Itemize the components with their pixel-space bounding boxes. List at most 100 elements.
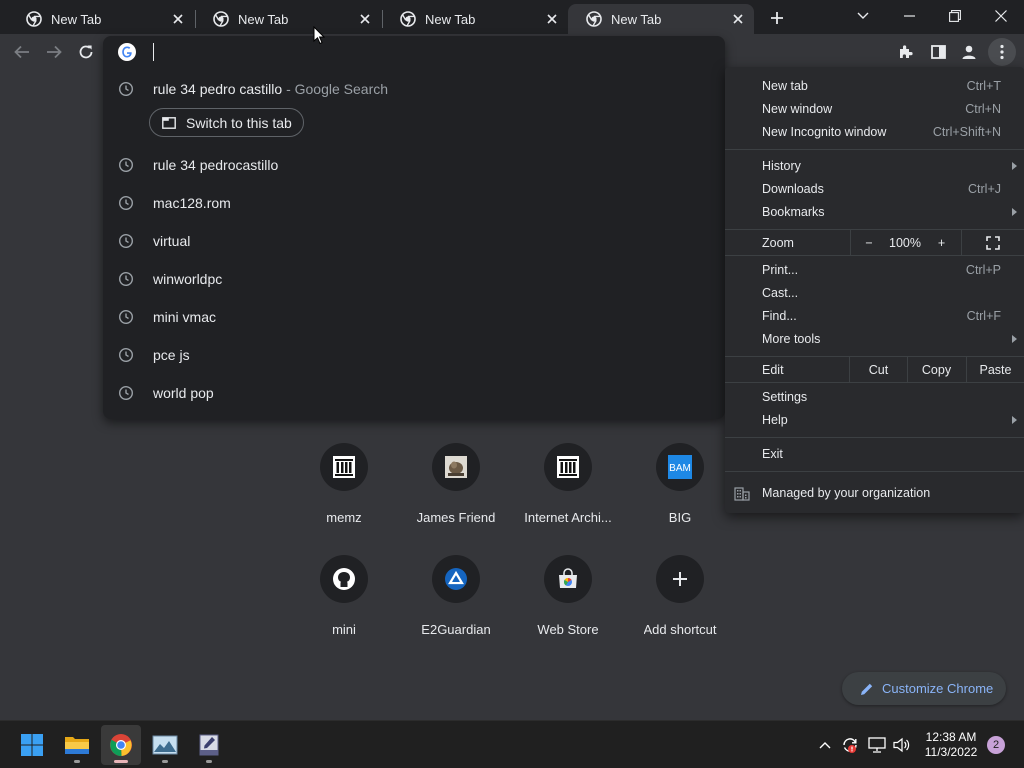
puzzle-icon [900,45,913,58]
menu-item-help[interactable]: Help [725,409,1024,432]
suggestion-row[interactable]: rule 34 pedrocastillo [103,146,725,184]
suggestion-row[interactable]: mac128.rom [103,184,725,222]
start-button[interactable] [12,725,52,765]
arrow-left-icon [14,45,29,59]
shortcut-tile[interactable]: Internet Archi... [512,443,624,543]
tray-volume-icon[interactable] [892,735,912,755]
archive-icon [557,456,579,478]
menu-item-label: Downloads [762,182,824,196]
profile-button[interactable] [955,38,983,66]
menu-item-more-tools[interactable]: More tools [725,328,1024,351]
shortcut-tile[interactable]: Web Store [512,555,624,655]
zoom-minus-label: − [865,235,873,250]
tab[interactable]: New Tab [382,4,568,34]
switch-to-tab-button[interactable]: Switch to this tab [149,108,304,137]
tray-network-icon[interactable] [867,735,887,755]
cut-button[interactable]: Cut [849,357,907,382]
menu-item-new-incognito[interactable]: New Incognito window Ctrl+Shift+N [725,121,1024,144]
zoom-out-button[interactable]: − [850,230,887,255]
add-shortcut-tile[interactable]: Add shortcut [624,555,736,655]
menu-item-label: Settings [762,390,808,404]
zoom-in-button[interactable]: + [923,230,960,255]
tab-title: New Tab [425,11,476,27]
side-panel-button[interactable] [924,38,952,66]
tray-sync-icon[interactable] [840,735,860,755]
google-icon [118,43,136,61]
tab-close-icon[interactable] [355,9,375,29]
forward-button[interactable] [42,40,66,64]
menu-item-managed[interactable]: Managed by your organization [725,483,1024,503]
menu-item-downloads[interactable]: Downloads Ctrl+J [725,178,1024,201]
suggestion-row[interactable]: world pop [103,374,725,412]
taskbar-clock[interactable]: 12:38 AM 11/3/2022 [916,730,986,760]
suggestion-row[interactable]: mini vmac [103,298,725,336]
omnibox-input[interactable] [153,43,154,61]
menu-item-cast[interactable]: Cast... [725,282,1024,305]
tab[interactable]: New Tab [8,4,194,34]
shortcut-icon-circle [320,555,368,603]
shortcut-tile[interactable]: James Friend [400,443,512,543]
taskbar-app-editor[interactable] [189,725,229,765]
fullscreen-icon [986,235,1000,250]
menu-item-label: Edit [762,363,784,377]
tab-search-button[interactable] [841,2,885,30]
shortcut-label: E2Guardian [421,622,491,637]
menu-item-exit[interactable]: Exit [725,443,1024,466]
fullscreen-button[interactable] [961,230,1024,255]
tab-title: New Tab [238,11,289,27]
suggestion-row[interactable]: pce js [103,336,725,374]
running-indicator [206,760,212,763]
suggestion-row[interactable]: virtual [103,222,725,260]
chrome-menu-button[interactable] [988,38,1016,66]
reload-button[interactable] [74,40,98,64]
reload-icon [79,45,93,59]
shortcut-icon-circle: BAM [656,443,704,491]
shortcut-tile[interactable]: BAM BIG [624,443,736,543]
back-button[interactable] [10,40,34,64]
shortcut-label: James Friend [416,510,496,525]
suggestion-text: mini vmac [153,309,217,325]
restore-button[interactable] [933,2,977,30]
running-indicator [162,760,168,763]
tab-close-icon[interactable] [168,9,188,29]
menu-separator [725,437,1024,438]
suggestion-text: mac128.rom [153,195,231,211]
menu-item-history[interactable]: History [725,155,1024,178]
copy-button[interactable]: Copy [907,357,965,382]
switch-to-tab-label: Switch to this tab [186,114,292,131]
shortcut-tile[interactable]: E2Guardian [400,555,512,655]
shortcut-tile[interactable]: mini [288,555,400,655]
close-window-button[interactable] [979,2,1023,30]
customize-chrome-button[interactable]: Customize Chrome [842,672,1006,705]
suggestion-row[interactable]: winworldpc [103,260,725,298]
shortcut-tile[interactable]: memz [288,443,400,543]
tab-active[interactable]: New Tab [568,4,754,34]
chrome-menu: New tab Ctrl+T New window Ctrl+N New Inc… [725,67,1024,513]
menu-item-new-window[interactable]: New window Ctrl+N [725,98,1024,121]
tab-close-icon[interactable] [728,9,748,29]
taskbar-app-photos[interactable] [145,725,185,765]
menu-item-label: Bookmarks [762,205,825,219]
paste-button[interactable]: Paste [966,357,1024,382]
taskbar-app-chrome[interactable] [101,725,141,765]
shortcut-label: Add shortcut [643,622,717,637]
menu-item-settings[interactable]: Settings [725,386,1024,409]
tab[interactable]: New Tab [195,4,381,34]
cut-label: Cut [868,362,889,377]
extensions-button[interactable] [892,38,920,66]
history-clock-icon [118,271,134,287]
menu-shortcut: Ctrl+P [965,263,1001,277]
show-hidden-icons-button[interactable] [815,735,835,755]
menu-item-find[interactable]: Find... Ctrl+F [725,305,1024,328]
tab-close-icon[interactable] [542,9,562,29]
suggestion-row[interactable]: rule 34 pedro castillo - Google Search [103,70,725,108]
menu-item-print[interactable]: Print... Ctrl+P [725,259,1024,282]
menu-item-new-tab[interactable]: New tab Ctrl+T [725,75,1024,98]
menu-shortcut: Ctrl+N [965,102,1001,116]
menu-item-bookmarks[interactable]: Bookmarks [725,201,1024,224]
notification-badge[interactable]: 2 [987,736,1005,754]
new-tab-button[interactable] [765,6,789,30]
suggestion-suffix: - Google Search [282,81,389,97]
minimize-button[interactable] [887,2,931,30]
taskbar-app-file-explorer[interactable] [57,725,97,765]
